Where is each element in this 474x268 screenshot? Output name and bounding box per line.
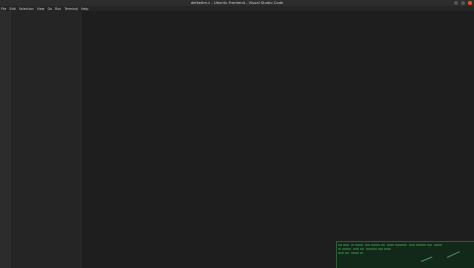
window-controls: [454, 0, 472, 6]
side-bar[interactable]: [11, 11, 82, 268]
vscode-window: defkeitm.c - Ubuntu Frontend - Visual St…: [0, 0, 474, 268]
maximize-button[interactable]: [460, 0, 466, 6]
minimize-button[interactable]: [454, 0, 459, 6]
panel-trace-line: [446, 251, 460, 258]
menu-edit[interactable]: Edit: [10, 7, 16, 11]
menu-run[interactable]: Run: [55, 7, 61, 11]
menu-help[interactable]: Help: [81, 7, 88, 11]
panel-content-row: [338, 252, 364, 254]
panel-content-row: [338, 248, 392, 250]
panel-toolbar-row: [338, 244, 442, 246]
panel-trace-line: [420, 256, 433, 262]
window-title: defkeitm.c - Ubuntu Frontend - Visual St…: [190, 1, 284, 5]
menu-terminal[interactable]: Terminal: [64, 7, 77, 11]
menu-view[interactable]: View: [37, 7, 45, 11]
close-button[interactable]: [467, 0, 472, 6]
menu-selection[interactable]: Selection: [19, 7, 34, 11]
editor-area[interactable]: [82, 11, 474, 268]
activity-bar[interactable]: [0, 11, 11, 268]
terminal-preview-panel[interactable]: [336, 241, 474, 268]
menu-go[interactable]: Go: [48, 7, 52, 11]
menu-file[interactable]: File: [1, 7, 6, 11]
